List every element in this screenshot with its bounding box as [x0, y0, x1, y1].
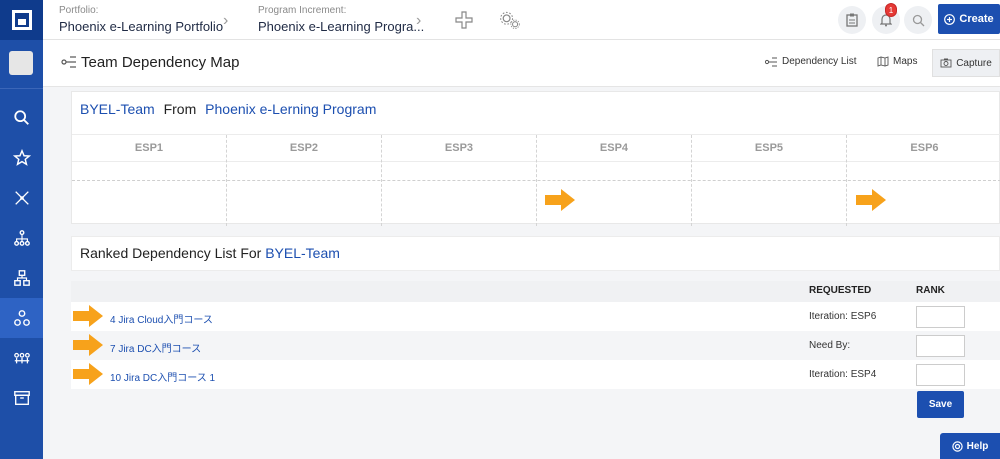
program-board-icon[interactable] — [0, 338, 43, 378]
notification-badge: 1 — [885, 3, 897, 17]
maps-button[interactable]: Maps — [877, 56, 917, 67]
settings-icon[interactable] — [499, 9, 521, 31]
column-requested: REQUESTED — [809, 285, 872, 296]
dependency-arrow-icon[interactable] — [545, 189, 575, 211]
sprint-name: ESP5 — [692, 135, 846, 162]
dependency-item-link[interactable]: 10 Jira DC入門コース 1 — [110, 369, 215, 384]
help-label: Help — [966, 440, 989, 452]
help-button[interactable]: Help — [940, 433, 1000, 459]
search-icon[interactable] — [0, 98, 43, 138]
search-button[interactable] — [904, 6, 932, 34]
hierarchy-icon[interactable] — [0, 218, 43, 258]
clipboard-icon[interactable] — [838, 6, 866, 34]
chevron-right-icon: › — [416, 12, 422, 29]
create-button[interactable]: Create — [938, 4, 1000, 34]
org-chart-icon[interactable] — [0, 258, 43, 298]
plus-circle-icon — [944, 13, 956, 25]
sprint-name: ESP3 — [382, 135, 536, 162]
ranked-prefix: Ranked Dependency List For — [80, 245, 262, 261]
add-icon[interactable] — [453, 9, 475, 31]
program-name[interactable]: Phoenix e-Lerning Program — [205, 101, 376, 117]
requested-value: Iteration: ESP4 — [809, 369, 877, 380]
dependency-arrow-icon — [73, 363, 103, 385]
rank-input[interactable] — [916, 335, 965, 357]
dependency-item-link[interactable]: 7 Jira DC入門コース — [110, 340, 201, 355]
dependency-map-icon — [61, 56, 76, 68]
table-row: 7 Jira DC入門コース Need By: — [71, 331, 1000, 360]
search-icon — [912, 14, 924, 26]
avatar[interactable] — [9, 51, 33, 75]
chevron-right-icon: › — [223, 12, 229, 29]
table-row: 4 Jira Cloud入門コース Iteration: ESP6 — [71, 302, 1000, 331]
ranked-team[interactable]: BYEL-Team — [265, 245, 340, 261]
dependency-icon[interactable] — [0, 178, 43, 218]
map-icon — [877, 56, 889, 67]
capture-label: Capture — [956, 57, 992, 69]
breadcrumb-label: Portfolio: — [59, 5, 99, 16]
ranked-list-card: Ranked Dependency List For BYEL-Team — [71, 236, 1000, 271]
help-icon — [951, 440, 963, 452]
rank-input[interactable] — [916, 306, 965, 328]
page-title: Team Dependency Map — [81, 54, 240, 71]
breadcrumb-label: Program Increment: — [258, 5, 347, 16]
dependency-arrow-icon[interactable] — [856, 189, 886, 211]
map-heading: BYEL-Team From Phoenix e-Lerning Program — [72, 92, 999, 132]
sidebar — [0, 0, 43, 459]
breadcrumb-value: Phoenix e-Learning Portfolio — [59, 19, 224, 34]
rank-input[interactable] — [916, 364, 965, 386]
dependency-arrow-icon — [73, 305, 103, 327]
breadcrumb-program-increment[interactable]: Program Increment: Phoenix e-Learning Pr… — [258, 5, 424, 34]
sprint-name: ESP4 — [537, 135, 691, 162]
sprint-name: ESP1 — [72, 135, 226, 162]
star-icon[interactable] — [0, 138, 43, 178]
dependency-map-card: BYEL-Team From Phoenix e-Lerning Program… — [71, 91, 1000, 226]
dependency-item-link[interactable]: 4 Jira Cloud入門コース — [110, 311, 213, 326]
save-button[interactable]: Save — [917, 391, 964, 418]
ranked-table-header: REQUESTED RANK — [71, 281, 1000, 302]
dependency-list-label: Dependency List — [782, 56, 857, 67]
dependency-list-icon — [765, 57, 777, 66]
maps-label: Maps — [893, 56, 918, 67]
dependency-arrow-icon — [73, 334, 103, 356]
requested-value: Iteration: ESP6 — [809, 311, 877, 322]
requested-value: Need By: — [809, 340, 851, 351]
table-row: 10 Jira DC入門コース 1 Iteration: ESP4 — [71, 360, 1000, 389]
sprint-name: ESP6 — [847, 135, 1000, 162]
archive-icon[interactable] — [0, 378, 43, 418]
from-label: From — [163, 101, 197, 117]
notifications-button[interactable]: 1 — [872, 3, 900, 34]
create-label: Create — [959, 13, 994, 25]
capture-button[interactable]: Capture — [932, 49, 1000, 77]
dependency-lane — [72, 180, 1000, 181]
column-rank: RANK — [916, 285, 945, 296]
breadcrumb-portfolio[interactable]: Portfolio: Phoenix e-Learning Portfolio — [59, 5, 223, 34]
ranked-heading: Ranked Dependency List For BYEL-Team — [72, 237, 999, 277]
breadcrumb-value: Phoenix e-Learning Progra... — [258, 19, 425, 34]
dependency-list-button[interactable]: Dependency List — [765, 56, 857, 67]
team-map-icon[interactable] — [0, 298, 43, 338]
sprint-name: ESP2 — [227, 135, 381, 162]
camera-icon — [940, 58, 952, 68]
sidebar-divider — [0, 88, 43, 89]
sprint-grid: ESP1 ESP2 ESP3 ESP4 ESP5 ESP6 — [72, 134, 1000, 226]
top-bar: Portfolio: Phoenix e-Learning Portfolio … — [43, 0, 1000, 40]
app-logo[interactable] — [0, 0, 43, 40]
team-name[interactable]: BYEL-Team — [80, 101, 155, 117]
page-header: Team Dependency Map Dependency List Maps… — [43, 40, 1000, 87]
